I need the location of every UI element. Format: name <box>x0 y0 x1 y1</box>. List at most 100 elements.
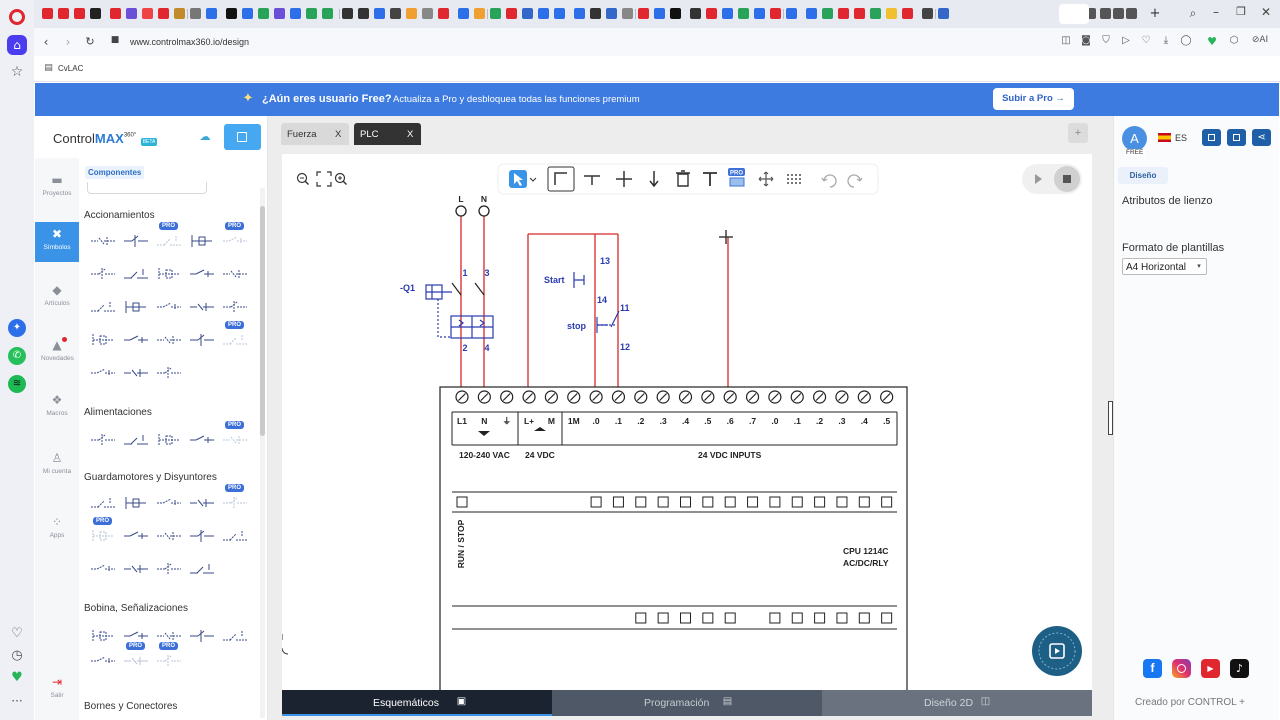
maximize-icon[interactable]: ❐ <box>1234 6 1248 17</box>
browser-tab-favicon[interactable] <box>206 8 217 19</box>
browser-tab-favicon[interactable] <box>438 8 449 19</box>
browser-tab-favicon[interactable] <box>754 8 765 19</box>
active-browser-tab[interactable] <box>1059 4 1089 24</box>
symbol-item[interactable] <box>90 527 116 545</box>
symbol-item[interactable] <box>90 298 116 316</box>
supply-terminal[interactable] <box>478 205 490 217</box>
tiktok-icon[interactable]: ♪ <box>1230 659 1249 678</box>
symbol-item[interactable] <box>222 232 248 250</box>
symbol-item[interactable] <box>222 627 248 645</box>
plc-terminal[interactable] <box>500 390 514 404</box>
browser-tab-favicon[interactable] <box>506 8 517 19</box>
star-icon[interactable]: ☆ <box>7 65 27 79</box>
aria-ext-icon[interactable]: ♥ <box>1206 36 1218 47</box>
search-tabs-icon[interactable]: ⌕ <box>1186 7 1200 19</box>
browser-tab-favicon[interactable] <box>490 8 501 19</box>
plc-terminal[interactable] <box>723 390 737 404</box>
tab-plc-close[interactable]: X <box>407 129 413 140</box>
footer-credit[interactable]: Creado por CONTROL + <box>1135 697 1245 708</box>
browser-tab-favicon[interactable] <box>606 8 617 19</box>
symbol-item[interactable] <box>189 627 215 645</box>
export-button[interactable] <box>1227 129 1246 146</box>
aria-icon[interactable]: ♥ <box>8 671 26 684</box>
symbol-item[interactable] <box>90 364 116 382</box>
minimize-icon[interactable]: – <box>1209 6 1223 18</box>
instagram-icon[interactable] <box>1172 659 1191 678</box>
url-text[interactable]: www.controlmax360.io/design <box>130 37 249 47</box>
download-icon[interactable]: ⤓ <box>1160 36 1172 46</box>
zoom-out-icon[interactable] <box>296 172 309 185</box>
browser-tab-favicon[interactable] <box>554 8 565 19</box>
nav-user[interactable]: ♙ Mi cuenta <box>35 446 79 500</box>
browser-tab-favicon[interactable] <box>1100 8 1111 19</box>
browser-tab-favicon[interactable] <box>786 8 797 19</box>
symbol-item[interactable] <box>90 652 116 670</box>
browser-tab-favicon[interactable] <box>110 8 121 19</box>
plc-terminal[interactable] <box>589 390 603 404</box>
symbol-item[interactable] <box>90 265 116 283</box>
symbol-item[interactable] <box>189 431 215 449</box>
panel-resize-handle[interactable] <box>1108 401 1113 435</box>
browser-tab-favicon[interactable] <box>854 8 865 19</box>
symbol-item[interactable] <box>189 265 215 283</box>
plc-terminal[interactable] <box>745 390 760 404</box>
save-button[interactable] <box>1202 129 1221 146</box>
browser-tab-favicon[interactable] <box>58 8 69 19</box>
browser-tab-favicon[interactable] <box>226 8 237 19</box>
symbol-item[interactable] <box>90 431 116 449</box>
browser-tab-favicon[interactable] <box>474 8 485 19</box>
plc-terminal[interactable] <box>611 390 626 404</box>
youtube-icon[interactable]: ▶ <box>1201 659 1220 678</box>
symbol-item[interactable] <box>123 331 149 349</box>
home-icon[interactable]: ⌂ <box>7 35 27 55</box>
drawing-sheet[interactable]: PRO L1 N ⏚ L+ M 1M .0.1.2.3.4.5.6.7.0.1.2.3.4.… <box>282 154 1092 690</box>
symbol-item[interactable] <box>123 232 149 250</box>
tab-fuerza[interactable]: Fuerza X <box>281 123 349 145</box>
browser-tab-favicon[interactable] <box>322 8 333 19</box>
browser-tab-favicon[interactable] <box>142 8 153 19</box>
start-pushbutton[interactable] <box>573 272 594 288</box>
view-tab-diseno2d[interactable]: Diseño 2D ◫ <box>822 690 1092 716</box>
browser-tab-favicon[interactable] <box>822 8 833 19</box>
search-field[interactable] <box>87 182 207 194</box>
browser-tab-favicon[interactable] <box>158 8 169 19</box>
browser-tab-favicon[interactable] <box>458 8 469 19</box>
symbol-item[interactable] <box>189 527 215 545</box>
browser-tab-favicon[interactable] <box>422 8 433 19</box>
browser-tab-favicon[interactable] <box>902 8 913 19</box>
browser-tab-favicon[interactable] <box>870 8 881 19</box>
history-icon[interactable]: ◷ <box>8 649 26 662</box>
wire-tool-button[interactable] <box>547 166 575 192</box>
plc-terminal[interactable] <box>678 390 693 404</box>
nav-bell[interactable]: ▲ Novedades <box>35 333 79 373</box>
facebook-icon[interactable]: f <box>1143 659 1162 678</box>
extensions-icon[interactable]: ⬡ <box>1228 36 1240 46</box>
symbol-item[interactable] <box>222 265 248 283</box>
browser-tab-favicon[interactable] <box>922 8 933 19</box>
symbol-item[interactable] <box>156 364 182 382</box>
symbol-item[interactable] <box>222 431 248 449</box>
browser-tab-favicon[interactable] <box>622 8 633 19</box>
reload-icon[interactable]: ↻ <box>84 36 96 47</box>
cloud-icon[interactable]: ☁ <box>198 131 212 142</box>
browser-tab-favicon[interactable] <box>390 8 401 19</box>
symbol-item[interactable] <box>222 298 248 316</box>
symbol-item[interactable] <box>156 298 182 316</box>
browser-tab-favicon[interactable] <box>670 8 681 19</box>
browser-tab-favicon[interactable] <box>190 8 201 19</box>
browser-tab-favicon[interactable] <box>306 8 317 19</box>
browser-tab-favicon[interactable] <box>406 8 417 19</box>
plc-module[interactable]: L1 N ⏚ L+ M 1M .0 .1 .2 .3 .4 .5 .6 .7 .0 .1 .2 .3 .4 .5 120… <box>439 386 908 690</box>
symbol-item[interactable] <box>222 331 248 349</box>
forward-icon[interactable]: › <box>62 36 74 48</box>
browser-tab-favicon[interactable] <box>590 8 601 19</box>
symbol-item[interactable] <box>156 265 182 283</box>
fit-screen-icon[interactable] <box>316 171 332 187</box>
breaker-q1[interactable] <box>425 282 494 339</box>
browser-tab-favicon[interactable] <box>806 8 817 19</box>
browser-tab-favicon[interactable] <box>74 8 85 19</box>
back-icon[interactable]: ‹ <box>40 36 52 48</box>
browser-tab-favicon[interactable] <box>274 8 285 19</box>
flag-es-icon[interactable] <box>1158 133 1171 142</box>
browser-tab-favicon[interactable] <box>706 8 717 19</box>
